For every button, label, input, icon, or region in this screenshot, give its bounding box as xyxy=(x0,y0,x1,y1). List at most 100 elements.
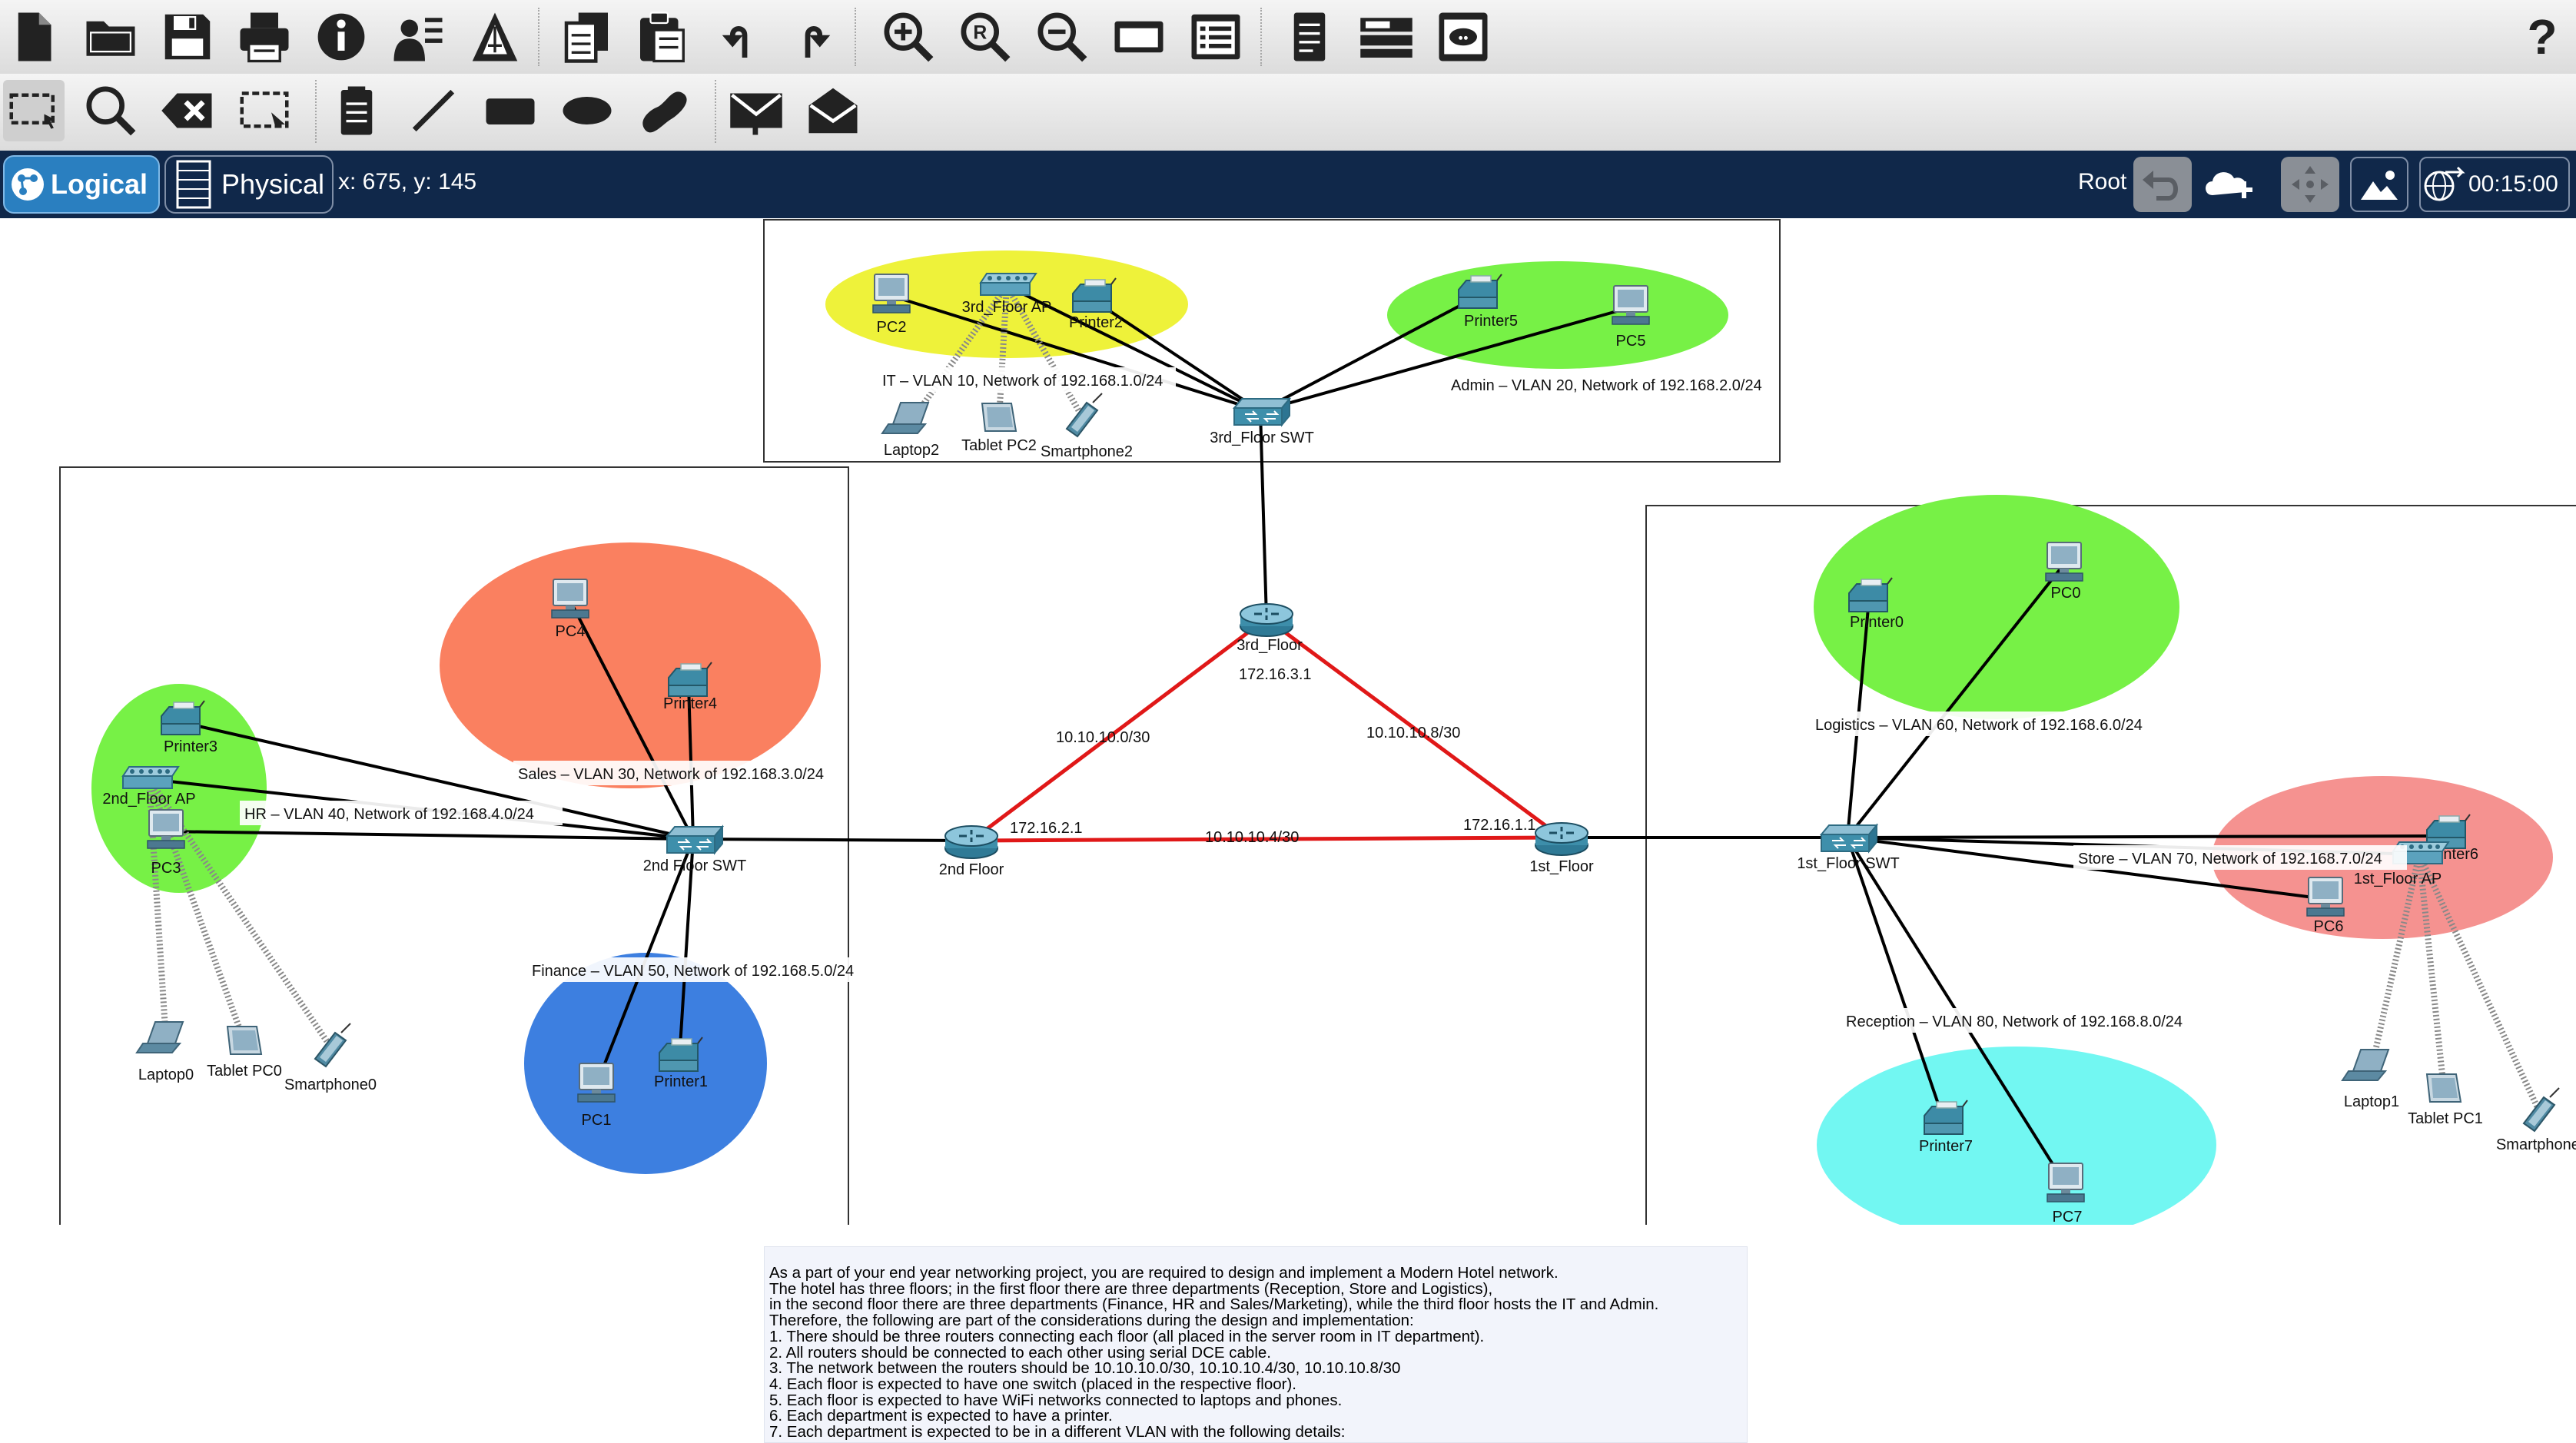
physical-rack-icon xyxy=(166,160,221,209)
net_b-annotation[interactable]: 10.10.10.4/30 xyxy=(1205,829,1299,846)
ip_r2-annotation[interactable]: 172.16.2.1 xyxy=(1010,820,1083,837)
device-template-icon[interactable] xyxy=(1356,6,1417,68)
admin-annotation[interactable]: Admin – VLAN 20, Network of 192.168.2.0/… xyxy=(1451,377,1762,394)
redo-icon[interactable] xyxy=(784,6,845,68)
net_c-annotation[interactable]: 10.10.10.8/30 xyxy=(1366,725,1460,741)
ethernet-link[interactable] xyxy=(692,838,972,842)
pc-device[interactable]: PC4 xyxy=(551,579,589,640)
device-label: PC6 xyxy=(2314,918,2344,935)
pc-device[interactable]: PC1 xyxy=(577,1063,616,1129)
zoom-reset-icon[interactable]: R xyxy=(954,6,1016,68)
sales-annotation[interactable]: Sales – VLAN 30, Network of 192.168.3.0/… xyxy=(518,766,824,783)
laptop-device[interactable]: Laptop1 xyxy=(2342,1049,2399,1110)
finance-area xyxy=(524,953,767,1174)
switch-device[interactable]: 3rd_Floor SWT xyxy=(1210,398,1314,446)
net_a-annotation[interactable]: 10.10.10.0/30 xyxy=(1056,729,1150,746)
place-note-icon[interactable] xyxy=(326,80,387,141)
paste-icon[interactable] xyxy=(630,6,692,68)
pc-device[interactable]: PC5 xyxy=(1612,285,1650,350)
activity-wizard-icon[interactable] xyxy=(387,6,449,68)
custom-device-dialog-icon[interactable] xyxy=(1185,6,1247,68)
save-icon[interactable] xyxy=(157,6,218,68)
physical-view-tab[interactable]: Physical xyxy=(164,155,334,214)
router-device[interactable]: 3rd_Floor xyxy=(1237,602,1303,654)
inspect-icon[interactable] xyxy=(80,80,141,141)
logical-view-tab[interactable]: Logical xyxy=(3,155,160,214)
set-background-icon[interactable] xyxy=(2350,157,2408,212)
task-line: Therefore, the following are part of the… xyxy=(769,1312,1414,1330)
open-folder-icon[interactable] xyxy=(80,6,141,68)
switch-device[interactable]: 1st_Floor SWT xyxy=(1797,824,1900,872)
pc-icon xyxy=(2045,542,2083,582)
toolbar-separator xyxy=(538,8,539,66)
copy-icon[interactable] xyxy=(556,6,618,68)
tablet-device[interactable]: Tablet PC2 xyxy=(961,403,1037,454)
new-cluster-icon[interactable] xyxy=(2199,157,2258,212)
freeform-icon[interactable] xyxy=(633,80,695,141)
pt-activity-icon[interactable] xyxy=(464,6,526,68)
device-label: Laptop0 xyxy=(138,1066,194,1083)
laptop-icon xyxy=(2342,1049,2389,1081)
router-device[interactable]: 1st_Floor xyxy=(1529,821,1594,875)
laptop-device[interactable]: Laptop0 xyxy=(136,1021,194,1083)
pc-device[interactable]: PC2 xyxy=(872,274,911,336)
logical-workspace[interactable]: PC2 3rd_Floor AP Printer2 Printer5 PC5 Laptop… xyxy=(0,218,2576,1443)
finance-annotation[interactable]: Finance – VLAN 50, Network of 192.168.5.… xyxy=(532,963,854,980)
zoom-in-icon[interactable] xyxy=(878,6,939,68)
svg-text:R: R xyxy=(973,22,987,43)
task-line: 2. All routers should be connected to ea… xyxy=(769,1343,1271,1362)
laptop-icon xyxy=(136,1021,184,1053)
task-line: 1. There should be three routers connect… xyxy=(769,1327,1485,1345)
ip_r3-annotation[interactable]: 172.16.3.1 xyxy=(1239,666,1312,683)
draw-ellipse-icon[interactable] xyxy=(556,80,618,141)
help-icon[interactable]: ? xyxy=(2511,6,2573,68)
device-label: Laptop2 xyxy=(884,442,939,459)
phone-device[interactable]: Smartphone0 xyxy=(284,1023,377,1093)
laptop-device[interactable]: Laptop2 xyxy=(881,402,939,459)
draw-rectangle-icon[interactable] xyxy=(480,80,541,141)
resize-shape-icon[interactable] xyxy=(234,80,295,141)
cluster-icon[interactable]: ●● xyxy=(1432,6,1494,68)
device-label: Smartphone2 xyxy=(1041,443,1133,460)
pc-icon xyxy=(872,274,911,313)
tablet-device[interactable]: Tablet PC1 xyxy=(2408,1073,2483,1127)
device-label: 3rd_Floor xyxy=(1237,637,1303,654)
device-label: Laptop1 xyxy=(2344,1093,2399,1110)
undo-icon[interactable] xyxy=(707,6,768,68)
select-icon[interactable] xyxy=(3,80,65,141)
it-annotation[interactable]: IT – VLAN 10, Network of 192.168.1.0/24 xyxy=(882,373,1163,390)
draw-line-icon[interactable] xyxy=(403,80,464,141)
main-toolbar: R ●● ? xyxy=(0,0,2576,75)
phone-icon xyxy=(2523,1087,2560,1132)
toolbar-separator xyxy=(715,80,716,143)
ip_r1-annotation[interactable]: 172.16.1.1 xyxy=(1463,817,1536,834)
add-complex-pdu-icon[interactable] xyxy=(802,80,864,141)
phone-device[interactable]: Smartphone2 xyxy=(1041,393,1133,460)
move-object-icon[interactable] xyxy=(2281,157,2339,212)
device-label: 3rd_Floor SWT xyxy=(1210,430,1314,446)
viewport-time-display[interactable]: 00:15:00 xyxy=(2419,157,2570,212)
text-file-icon[interactable] xyxy=(1279,6,1340,68)
reception-area xyxy=(1817,1047,2216,1243)
pc-device[interactable]: PC7 xyxy=(2047,1163,2085,1226)
device-label: 1st_Floor AP xyxy=(2354,871,2442,887)
print-icon[interactable] xyxy=(234,6,295,68)
add-simple-pdu-icon[interactable] xyxy=(725,80,787,141)
device-label: Printer1 xyxy=(654,1073,708,1090)
reception-annotation[interactable]: Reception – VLAN 80, Network of 192.168.… xyxy=(1846,1013,2183,1030)
hr-annotation[interactable]: HR – VLAN 40, Network of 192.168.4.0/24 xyxy=(244,806,534,823)
drawing-palette-icon[interactable] xyxy=(1108,6,1170,68)
root-label: Root xyxy=(2078,169,2127,194)
zoom-out-icon[interactable] xyxy=(1031,6,1093,68)
router-device[interactable]: 2nd Floor xyxy=(939,824,1004,878)
tablet-icon xyxy=(981,403,1017,432)
tablet-device[interactable]: Tablet PC0 xyxy=(207,1026,282,1080)
info-icon[interactable] xyxy=(310,6,372,68)
store-annotation[interactable]: Store – VLAN 70, Network of 192.168.7.0/… xyxy=(2078,851,2382,867)
ethernet-link[interactable] xyxy=(1847,834,2448,839)
new-file-icon[interactable] xyxy=(3,6,65,68)
back-icon[interactable] xyxy=(2133,157,2192,212)
pc-device[interactable]: PC3 xyxy=(147,809,185,877)
delete-icon[interactable] xyxy=(157,80,218,141)
logistics-annotation[interactable]: Logistics – VLAN 60, Network of 192.168.… xyxy=(1815,717,2143,734)
